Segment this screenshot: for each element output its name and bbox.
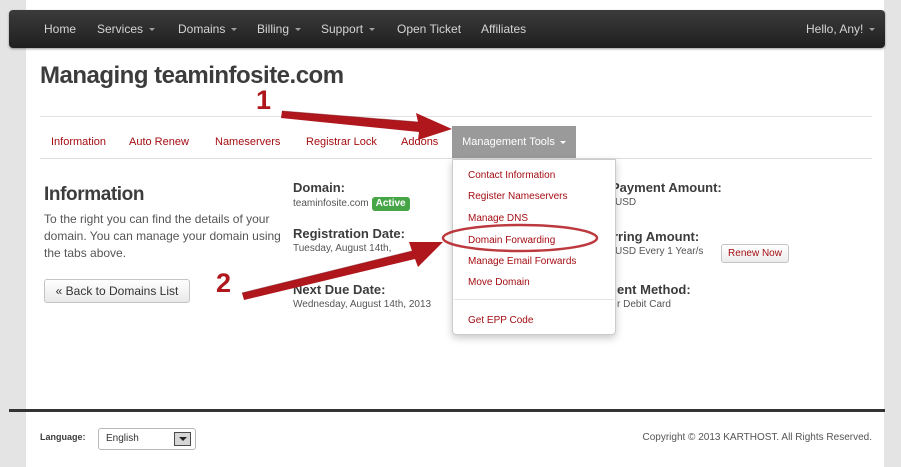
annotation-step-2: 2: [216, 268, 232, 298]
annotation-overlay: [241, 110, 599, 300]
highlight-ellipse: [441, 223, 599, 253]
footer-divider: [9, 409, 885, 412]
copyright-text: Copyright © 2013 KARTHOST. All Rights Re…: [642, 432, 872, 443]
arrow-1-icon: [281, 110, 452, 140]
language-select[interactable]: English: [98, 428, 196, 450]
language-label: Language:: [40, 432, 86, 442]
annotation-step-1: 1: [256, 85, 272, 115]
dropdown-arrow-icon: [174, 432, 191, 446]
arrow-2-icon: [241, 242, 443, 300]
language-value: English: [106, 433, 139, 444]
